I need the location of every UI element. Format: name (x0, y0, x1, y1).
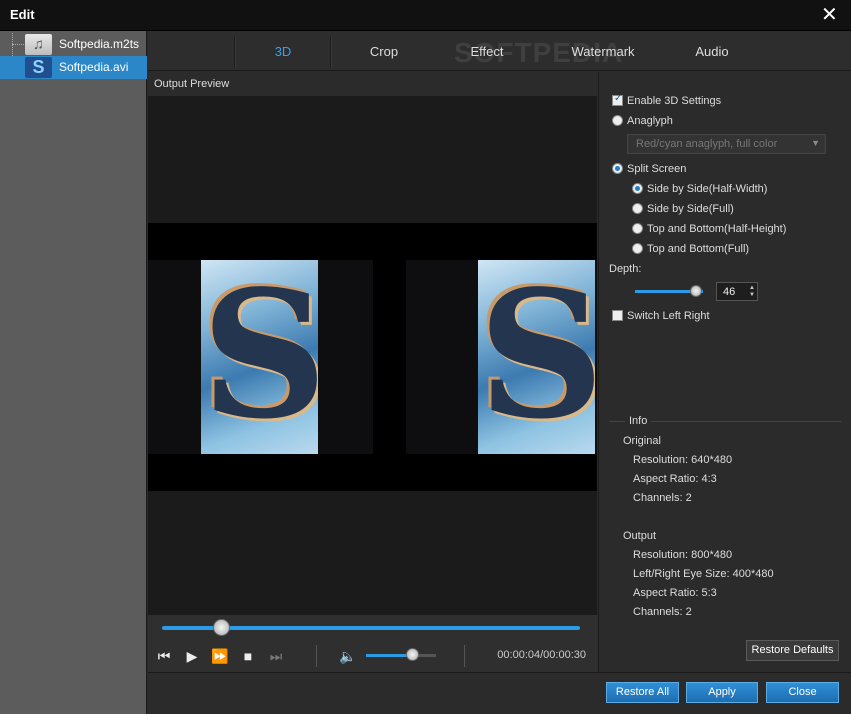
tab-audio[interactable]: Audio (666, 31, 758, 71)
control-divider (464, 645, 465, 667)
spin-up-icon[interactable]: ▲ (749, 285, 755, 292)
split-screen-radio[interactable]: Split Screen (612, 163, 686, 175)
radio-icon (632, 243, 643, 254)
playback-controls: ⏮ ▶ ⏩ ■ ⏭ 🔈 00:00:04/00:00:30 (148, 640, 597, 672)
anaglyph-type-select[interactable]: Red/cyan anaglyph, full color ▼ (627, 134, 826, 154)
file-name: Softpedia.avi (59, 60, 129, 74)
volume-handle[interactable] (405, 648, 419, 661)
file-name: Softpedia.m2ts (59, 37, 140, 51)
enable-3d-checkbox[interactable]: Enable 3D Settings (612, 93, 722, 107)
option-label: Top and Bottom(Half-Height) (647, 223, 787, 235)
seek-handle[interactable] (212, 619, 230, 636)
video-file-icon: S (25, 57, 52, 78)
file-list: ♫ Softpedia.m2ts S Softpedia.avi (0, 31, 147, 714)
tab-watermark[interactable]: Watermark (548, 31, 658, 71)
output-aspect-ratio: Aspect Ratio: 5:3 (633, 587, 717, 599)
play-icon[interactable]: ▶ (182, 646, 202, 666)
side-by-side-full-radio[interactable]: Side by Side(Full) (632, 203, 734, 215)
original-channels: Channels: 2 (633, 492, 692, 504)
switch-left-right-checkbox[interactable]: Switch Left Right (612, 310, 710, 322)
video-frame: S S (148, 223, 597, 491)
dialog-footer: Restore All Apply Close (148, 672, 851, 714)
tab-effect[interactable]: Effect (438, 31, 536, 71)
anaglyph-type-value: Red/cyan anaglyph, full color (636, 138, 778, 150)
file-item-avi[interactable]: S Softpedia.avi (0, 56, 147, 79)
radio-icon (632, 203, 643, 214)
restore-all-button[interactable]: Restore All (606, 682, 679, 703)
file-item-m2ts[interactable]: ♫ Softpedia.m2ts (0, 33, 147, 56)
radio-icon (632, 223, 643, 234)
original-heading: Original (623, 435, 661, 447)
left-eye-image: S (201, 260, 318, 454)
option-label: Top and Bottom(Full) (647, 243, 750, 255)
next-frame-icon[interactable]: ⏭ (266, 646, 286, 666)
volume-level (366, 654, 412, 657)
anaglyph-radio[interactable]: Anaglyph (612, 115, 673, 127)
option-label: Side by Side(Half-Width) (647, 183, 768, 195)
depth-spinbox[interactable]: 46 ▲ ▼ (716, 282, 758, 301)
tab-bar: 3D Crop Effect Watermark Audio SOFTPEDIA (148, 31, 851, 71)
chevron-down-icon: ▼ (811, 138, 820, 148)
tab-crop[interactable]: Crop (338, 31, 430, 71)
preview-title: Output Preview (154, 78, 230, 90)
right-eye-image: S (478, 260, 595, 454)
restore-defaults-button[interactable]: Restore Defaults (746, 640, 839, 661)
right-eye-view: S (406, 260, 597, 454)
top-bottom-full-radio[interactable]: Top and Bottom(Full) (632, 243, 749, 255)
volume-slider[interactable] (366, 654, 436, 657)
info-title: Info (625, 415, 652, 427)
close-icon[interactable]: ✕ (821, 5, 838, 25)
seek-bar (148, 614, 597, 640)
top-bottom-half-radio[interactable]: Top and Bottom(Half-Height) (632, 223, 786, 235)
spin-down-icon[interactable]: ▼ (749, 292, 755, 299)
output-heading: Output (623, 530, 657, 542)
original-aspect-ratio: Aspect Ratio: 4:3 (633, 473, 717, 485)
title-bar: Edit ✕ (0, 0, 851, 31)
checkbox-icon (612, 93, 623, 106)
output-eye-size: Left/Right Eye Size: 400*480 (633, 568, 774, 580)
depth-handle[interactable] (690, 285, 702, 297)
tab-3d[interactable]: 3D (236, 31, 330, 71)
switch-left-right-label: Switch Left Right (627, 310, 710, 322)
original-resolution: Resolution: 640*480 (633, 454, 733, 466)
radio-icon (612, 115, 623, 126)
close-button[interactable]: Close (766, 682, 839, 703)
depth-label: Depth: (609, 263, 642, 275)
tree-connector (12, 44, 24, 45)
left-eye-view: S (148, 260, 373, 454)
window-title: Edit (10, 7, 35, 22)
checkbox-icon (612, 310, 623, 321)
apply-button[interactable]: Apply (686, 682, 758, 703)
anaglyph-label: Anaglyph (627, 115, 673, 127)
radio-icon (612, 163, 623, 174)
side-by-side-half-radio[interactable]: Side by Side(Half-Width) (632, 183, 767, 195)
time-readout: 00:00:04/00:00:30 (497, 649, 586, 661)
radio-icon (632, 183, 643, 194)
fast-forward-icon[interactable]: ⏩ (210, 646, 230, 666)
depth-value: 46 (723, 286, 736, 298)
enable-3d-label: Enable 3D Settings (627, 95, 722, 107)
control-divider (316, 645, 317, 667)
3d-settings-panel: Enable 3D Settings Anaglyph Red/cyan ana… (598, 72, 851, 672)
tab-divider (330, 37, 332, 67)
output-preview: S S (148, 97, 597, 614)
stop-icon[interactable]: ■ (238, 646, 258, 666)
previous-frame-icon[interactable]: ⏮ (154, 646, 174, 666)
preview-header: Output Preview (148, 72, 597, 97)
split-screen-label: Split Screen (627, 163, 687, 175)
output-resolution: Resolution: 800*480 (633, 549, 733, 561)
output-channels: Channels: 2 (633, 606, 692, 618)
audio-file-icon: ♫ (25, 34, 52, 55)
volume-icon[interactable]: 🔈 (338, 646, 358, 666)
option-label: Side by Side(Full) (647, 203, 734, 215)
